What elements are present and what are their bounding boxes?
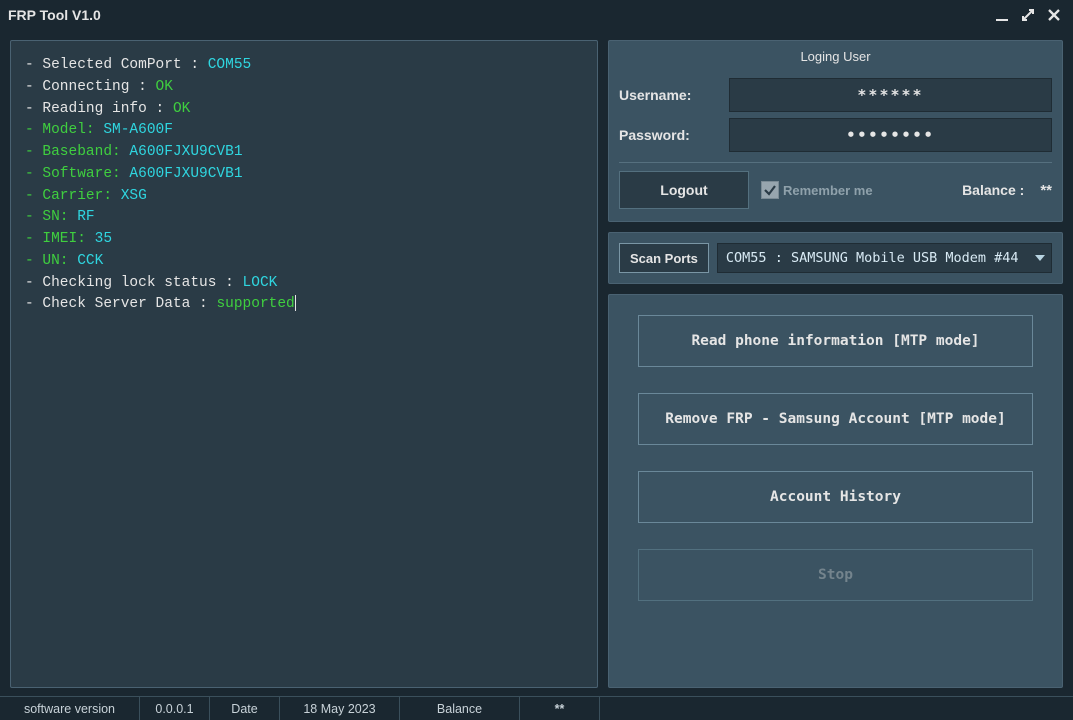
status-date-value: 18 May 2023 [280,697,400,720]
logout-button[interactable]: Logout [619,171,749,209]
app-title: FRP Tool V1.0 [8,7,987,23]
port-select[interactable]: COM55 : SAMSUNG Mobile USB Modem #44 [717,243,1052,273]
log-line: - Reading info : OK [25,99,583,121]
actions-panel: Read phone information [MTP mode] Remove… [608,294,1063,688]
remember-me-label: Remember me [783,183,873,198]
password-field[interactable] [729,118,1052,152]
log-line: - IMEI: 35 [25,229,583,251]
username-label: Username: [619,87,719,103]
log-line: - Carrier: XSG [25,186,583,208]
port-select-value: COM55 : SAMSUNG Mobile USB Modem #44 [726,250,1019,266]
account-history-button[interactable]: Account History [638,471,1033,523]
chevron-down-icon [1035,255,1045,261]
port-panel: Scan Ports COM55 : SAMSUNG Mobile USB Mo… [608,232,1063,284]
scan-ports-button[interactable]: Scan Ports [619,243,709,273]
minimize-icon[interactable] [991,4,1013,26]
remove-frp-button[interactable]: Remove FRP - Samsung Account [MTP mode] [638,393,1033,445]
right-column: Loging User Username: Password: Logout R… [608,40,1063,688]
log-panel[interactable]: - Selected ComPort : COM55- Connecting :… [10,40,598,688]
login-panel: Loging User Username: Password: Logout R… [608,40,1063,222]
main: - Selected ComPort : COM55- Connecting :… [0,30,1073,696]
balance-label: Balance : [962,182,1024,198]
log-line: - Baseband: A600FJXU9CVB1 [25,142,583,164]
close-icon[interactable] [1043,4,1065,26]
read-phone-info-button[interactable]: Read phone information [MTP mode] [638,315,1033,367]
status-balance-value: ** [520,697,600,720]
log-line: - SN: RF [25,207,583,229]
stop-button: Stop [638,549,1033,601]
text-cursor [295,295,296,311]
status-software-label: software version [0,697,140,720]
status-balance-label: Balance [400,697,520,720]
check-icon [761,181,779,199]
maximize-icon[interactable] [1017,4,1039,26]
remember-me-checkbox[interactable]: Remember me [761,181,873,199]
status-date-label: Date [210,697,280,720]
titlebar: FRP Tool V1.0 [0,0,1073,30]
log-line: - UN: CCK [25,251,583,273]
password-label: Password: [619,127,719,143]
status-software-value: 0.0.0.1 [140,697,210,720]
log-line: - Check Server Data : supported [25,294,583,316]
balance-value: ** [1040,182,1052,199]
log-line: - Checking lock status : LOCK [25,273,583,295]
divider [619,162,1052,163]
log-line: - Software: A600FJXU9CVB1 [25,164,583,186]
log-line: - Selected ComPort : COM55 [25,55,583,77]
login-heading: Loging User [619,47,1052,72]
log-line: - Model: SM-A600F [25,120,583,142]
statusbar: software version 0.0.0.1 Date 18 May 202… [0,696,1073,720]
username-field[interactable] [729,78,1052,112]
log-line: - Connecting : OK [25,77,583,99]
